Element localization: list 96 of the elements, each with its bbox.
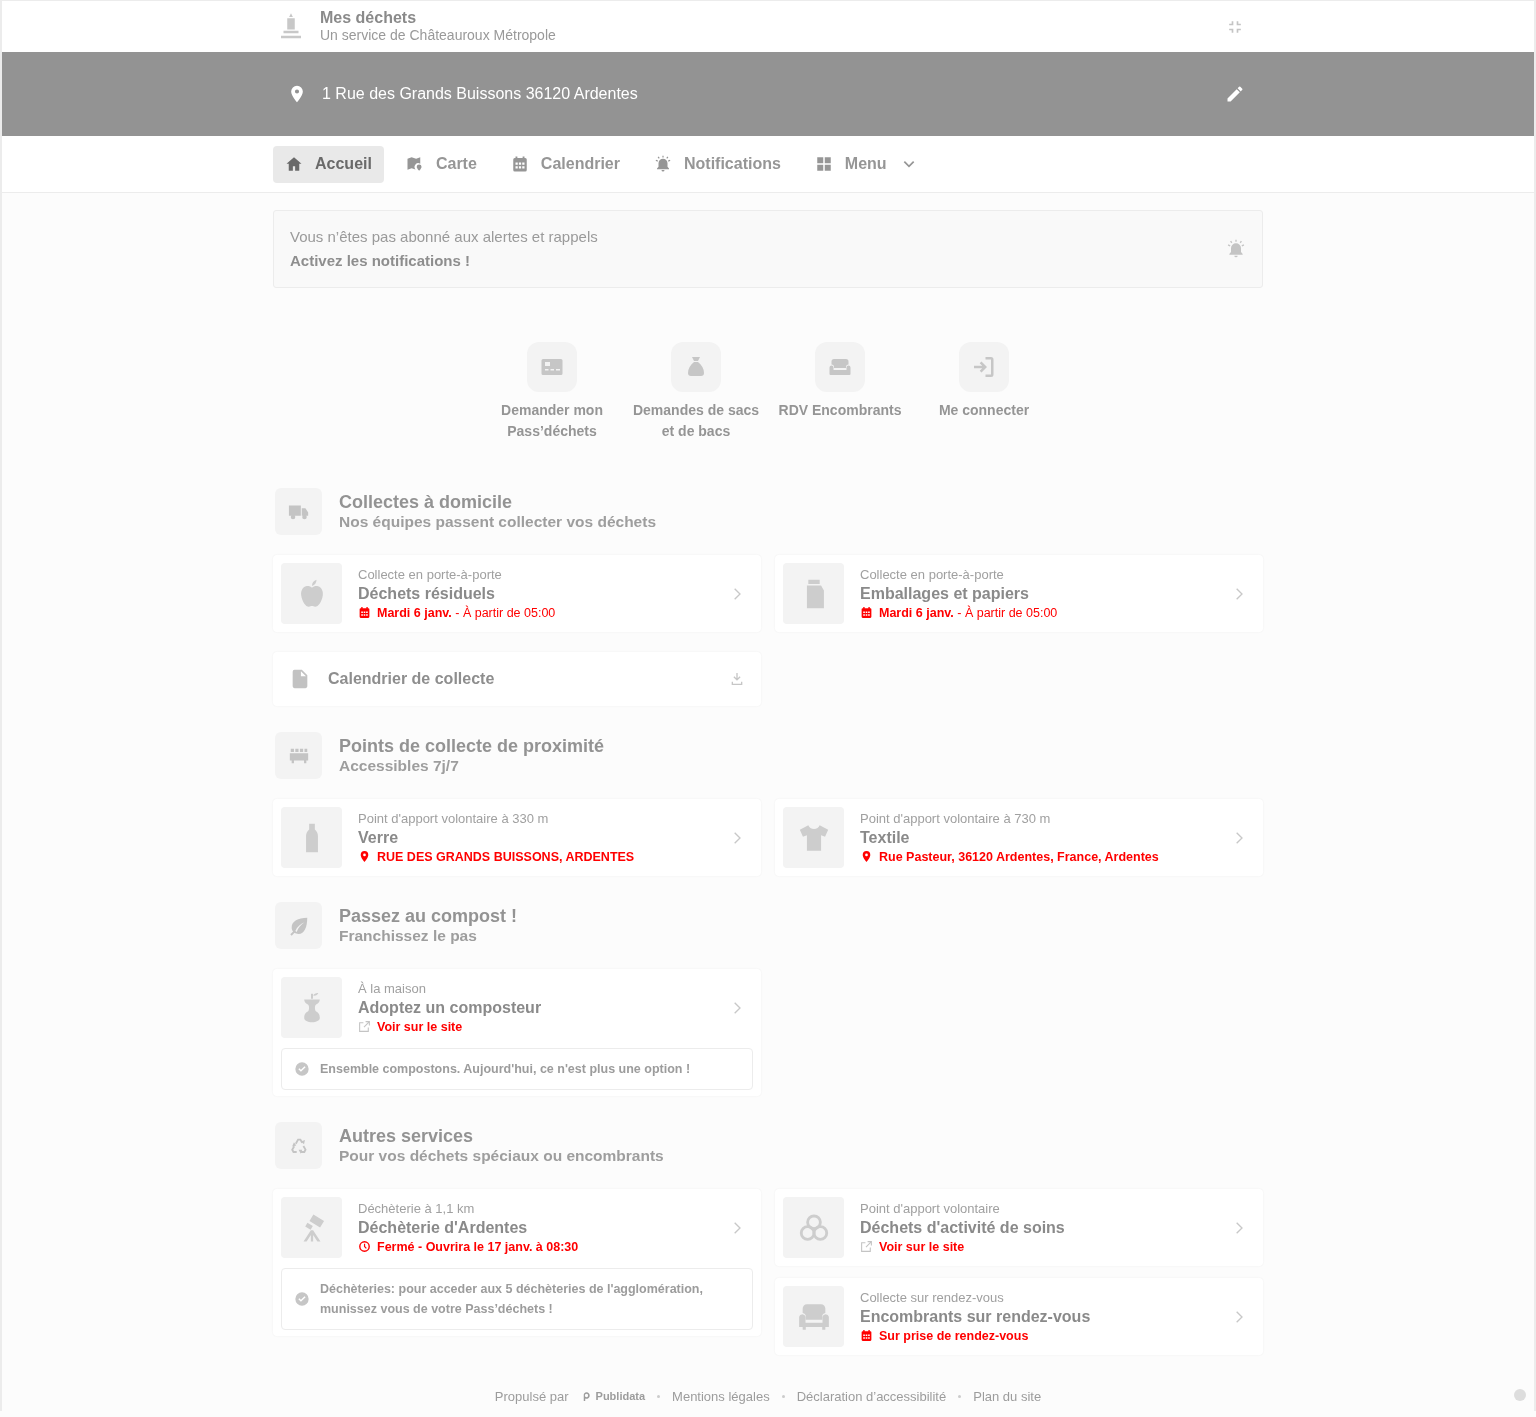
card-detail: Rue Pasteur, 36120 Ardentes, France, Ardentes	[879, 848, 1159, 866]
grid-icon	[814, 155, 833, 173]
nav-tab[interactable]: Menu	[802, 145, 929, 183]
map-icon	[405, 155, 424, 173]
powered-by-text: Propulsé par	[494, 1388, 569, 1404]
telescope-icon	[281, 1197, 342, 1258]
website-link[interactable]: Voir sur le site	[879, 1237, 965, 1256]
section-subtitle: Pour vos déchets spéciaux ou encombrants	[339, 1145, 664, 1166]
quick-action[interactable]: Demander mon Pass’déchets	[480, 342, 624, 442]
section-subtitle: Franchissez le pas	[339, 926, 478, 946]
card-detail: Fermé - Ouvrira le 17 janv. à 08:30	[377, 1238, 579, 1256]
card-label: Point d'apport volontaire à 730 m	[860, 809, 1051, 828]
nav-tab[interactable]: Carte	[393, 145, 489, 183]
section-subtitle: Nos équipes passent collecter vos déchets	[339, 511, 656, 532]
section-subtitle: Accessibles 7j/7	[339, 755, 460, 776]
service-card[interactable]: Collecte en porte-à-porte Déchets résiduels Mardi 6 janv. - À partir de 05:00	[273, 555, 761, 632]
nav-tab[interactable]: Accueil	[273, 145, 384, 183]
card-label: Point d'apport volontaire à 330 m	[358, 809, 549, 828]
download-card[interactable]: Calendrier de collecte	[273, 652, 761, 706]
note-text: Ensemble compostons. Aujourd'hui, ce n'est plus une option !	[320, 1061, 691, 1078]
footer-link[interactable]: Mentions légales	[672, 1388, 770, 1404]
card-label: Point d'apport volontaire	[860, 1199, 1000, 1218]
crate-icon	[275, 732, 322, 779]
app-title: Mes déchets	[320, 9, 418, 27]
service-card[interactable]: Point d'apport volontaire à 330 m Verre RUE DES GRANDS BUISSONS, ARDENTES	[273, 799, 761, 876]
card-label: Déchèterie à 1,1 km	[358, 1199, 475, 1218]
truck-icon	[275, 488, 322, 535]
card-title: Textile	[860, 827, 910, 848]
card-title: Emballages et papiers	[860, 583, 1029, 604]
tshirt-icon	[783, 807, 844, 868]
footer-link[interactable]: Plan du site	[973, 1388, 1042, 1404]
sign-in-icon	[959, 342, 1009, 392]
clock-icon	[358, 1240, 371, 1253]
card-title: Encombrants sur rendez-vous	[860, 1306, 1091, 1327]
quick-action[interactable]: Demandes de sacs et de bacs	[624, 342, 768, 442]
bottle-icon	[281, 807, 342, 868]
card-icon	[527, 342, 577, 392]
enable-notifications-link[interactable]: Activez les notifications !	[290, 249, 598, 273]
quick-action[interactable]: Me connecter	[912, 342, 1056, 442]
bell-icon[interactable]	[1226, 239, 1246, 259]
footer-link[interactable]: Déclaration d’accessibilité	[796, 1388, 947, 1404]
sofa-icon	[815, 342, 865, 392]
card-title: Déchèterie d'Ardentes	[358, 1217, 528, 1238]
card-detail: Mardi 6 janv. - À partir de 05:00	[879, 604, 1058, 622]
card-label: Collecte en porte-à-porte	[358, 565, 502, 584]
pin-icon	[860, 850, 873, 863]
card-detail: RUE DES GRANDS BUISSONS, ARDENTES	[377, 848, 635, 866]
carton-icon	[783, 563, 844, 624]
service-card[interactable]: À la maison Adoptez un composteur Voir sur le site Ensemble compostons. Aujourd'hui, ce n'est plus une option !	[273, 969, 761, 1096]
edit-button[interactable]	[1225, 84, 1245, 104]
apple-icon	[281, 563, 342, 624]
service-card[interactable]: Collecte sur rendez-vous Encombrants sur rendez-vous Sur prise de rendez-vous	[775, 1278, 1263, 1355]
quick-action[interactable]: RDV Encombrants	[768, 342, 912, 442]
armchair-icon	[783, 1286, 844, 1347]
external-link-icon	[358, 1020, 371, 1033]
alert-message: Vous n’êtes pas abonné aux alertes et rappels	[290, 227, 598, 247]
brand-link[interactable]: Publidata	[580, 1390, 646, 1402]
external-link-icon	[860, 1240, 873, 1253]
card-title: Verre	[358, 827, 399, 848]
card-label: Collecte sur rendez-vous	[860, 1288, 1004, 1307]
nav-tab[interactable]: Calendrier	[498, 145, 632, 183]
note-text: Déchèteries: pour acceder aux 5 déchèteries de l'agglomération, munissez vous de votre Pass’déchets !	[320, 1281, 704, 1318]
recycle-icon	[275, 1122, 322, 1169]
nav-tab[interactable]: Notifications	[641, 145, 793, 183]
section-title: Collectes à domicile	[339, 491, 514, 512]
section-title: Points de collecte de proximité	[339, 735, 605, 756]
service-card[interactable]: Point d'apport volontaire Déchets d'activité de soins Voir sur le site	[775, 1189, 1263, 1266]
service-card[interactable]: Collecte en porte-à-porte Emballages et papiers Mardi 6 janv. - À partir de 05:00	[775, 555, 1263, 632]
calendar-icon	[860, 1329, 873, 1342]
download-icon	[729, 671, 745, 687]
bag-icon	[671, 342, 721, 392]
pin-icon	[358, 850, 371, 863]
apple-core-icon	[281, 977, 342, 1038]
bell-icon	[653, 155, 672, 173]
card-title: Déchets d'activité de soins	[860, 1217, 1065, 1238]
card-label: Collecte en porte-à-porte	[860, 565, 1004, 584]
website-link[interactable]: Voir sur le site	[377, 1017, 463, 1036]
biohazard-icon	[783, 1197, 844, 1258]
service-card[interactable]: Déchèterie à 1,1 km Déchèterie d'Ardentes Fermé - Ouvrira le 17 janv. à 08:30 Déchèteries: pour acceder aux 5 déchèteries de l'agglomération, munissez vous de votre Pass’déchets !	[273, 1189, 761, 1336]
calendar-icon	[860, 606, 873, 619]
leaf-icon	[275, 902, 322, 949]
card-title: Déchets résiduels	[358, 583, 495, 604]
card-label: À la maison	[358, 979, 426, 998]
section-title: Autres services	[339, 1125, 475, 1146]
circle-icon[interactable]	[1514, 1389, 1526, 1401]
address-text: 1 Rue des Grands Buissons 36120 Ardentes	[322, 85, 638, 103]
pencil-icon	[1225, 84, 1245, 104]
card-detail: Sur prise de rendez-vous	[879, 1327, 1029, 1345]
app-subtitle: Un service de Châteauroux Métropole	[320, 27, 556, 44]
service-card[interactable]: Point d'apport volontaire à 730 m Textile Rue Pasteur, 36120 Ardentes, France, Ardentes	[775, 799, 1263, 876]
card-title: Adoptez un composteur	[358, 997, 542, 1018]
calendar-icon	[358, 606, 371, 619]
calendar-icon	[510, 155, 529, 173]
home-icon	[285, 155, 303, 173]
section-title: Passez au compost !	[339, 905, 518, 926]
card-detail: Mardi 6 janv. - À partir de 05:00	[377, 604, 556, 622]
